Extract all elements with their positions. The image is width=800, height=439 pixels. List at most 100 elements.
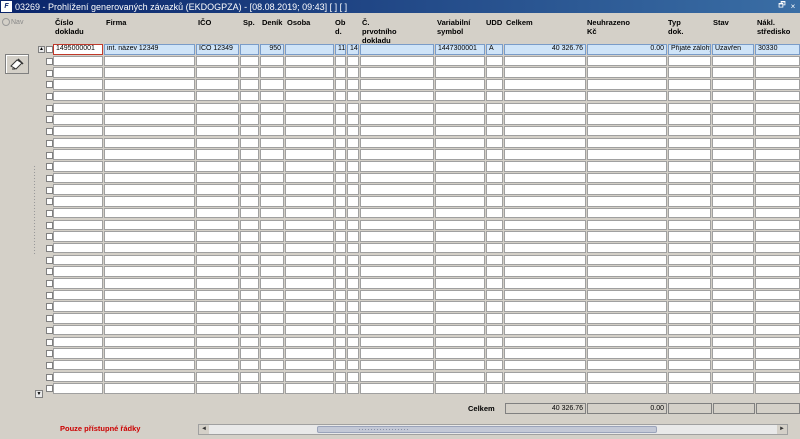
cell-stav[interactable]: Uzavřen [712,44,754,55]
cell-sp[interactable] [240,79,259,90]
cell-osoba[interactable] [285,242,334,254]
cell-firma[interactable] [104,324,195,336]
cell-stav[interactable] [712,90,754,102]
cell-obd[interactable] [335,149,346,160]
cell-obd[interactable] [335,324,346,336]
cell-stav[interactable] [712,161,754,172]
cell-cislo[interactable] [53,254,103,266]
cell-denik[interactable] [260,90,284,102]
cell-sp[interactable] [240,219,259,230]
cell-stav[interactable] [712,371,754,383]
cell-nakl[interactable] [755,371,800,383]
cell-neuhr[interactable] [587,336,667,347]
cell-nakl[interactable] [755,172,800,184]
cell-prvotni[interactable] [360,149,434,160]
cell-denik[interactable] [260,125,284,137]
cell-stav[interactable] [712,254,754,266]
row-checkbox[interactable] [46,198,53,206]
cell-blank[interactable] [347,289,359,301]
cell-stav[interactable] [712,114,754,125]
cell-firma[interactable] [104,242,195,254]
cell-prvotni[interactable] [360,90,434,102]
row-checkbox[interactable] [46,385,53,393]
column-header-firma[interactable]: Firma [106,18,126,27]
cell-sp[interactable] [240,266,259,277]
cell-prvotni[interactable] [360,254,434,266]
cell-udd[interactable] [486,324,503,336]
cell-typ[interactable] [668,125,711,137]
cell-udd[interactable] [486,172,503,184]
row-checkbox[interactable] [46,209,53,217]
restore-icon[interactable]: 🗗 [777,0,787,11]
cell-neuhr[interactable] [587,161,667,172]
cell-prvotni[interactable] [360,242,434,254]
cell-sp[interactable] [240,324,259,336]
cell-typ[interactable] [668,196,711,207]
cell-udd[interactable] [486,289,503,301]
cell-cislo[interactable] [53,359,103,371]
cell-sp[interactable] [240,231,259,242]
cell-denik[interactable] [260,254,284,266]
cell-blank[interactable] [347,196,359,207]
cell-osoba[interactable] [285,196,334,207]
row-checkbox[interactable] [46,93,53,101]
cell-firma[interactable] [104,289,195,301]
cell-obd[interactable] [335,371,346,383]
cell-firma[interactable] [104,79,195,90]
cell-prvotni[interactable] [360,324,434,336]
cell-prvotni[interactable] [360,383,434,394]
cell-typ[interactable]: Přijaté zálohy [668,44,711,55]
row-checkbox[interactable] [46,315,53,323]
cell-stav[interactable] [712,149,754,160]
cell-udd[interactable] [486,196,503,207]
cell-osoba[interactable] [285,348,334,359]
cell-sp[interactable] [240,196,259,207]
cell-ico[interactable] [196,79,239,90]
cell-denik[interactable] [260,102,284,113]
cell-vs[interactable] [435,324,485,336]
cell-firma[interactable] [104,90,195,102]
cell-obd[interactable] [335,55,346,67]
cell-typ[interactable] [668,161,711,172]
cell-typ[interactable] [668,172,711,184]
column-header-nakl[interactable]: Nákl. středisko [757,18,790,36]
cell-stav[interactable] [712,125,754,137]
cell-nakl[interactable] [755,231,800,242]
cell-prvotni[interactable] [360,348,434,359]
cell-stav[interactable] [712,301,754,312]
cell-firma[interactable] [104,184,195,195]
cell-denik[interactable] [260,79,284,90]
cell-blank[interactable]: 14 [347,44,359,55]
cell-typ[interactable] [668,301,711,312]
cell-firma[interactable] [104,348,195,359]
cell-vs[interactable] [435,371,485,383]
cell-udd[interactable] [486,102,503,113]
cell-neuhr[interactable] [587,219,667,230]
cell-sp[interactable] [240,301,259,312]
cell-prvotni[interactable] [360,359,434,371]
cell-firma[interactable] [104,219,195,230]
cell-osoba[interactable] [285,278,334,289]
cell-obd[interactable] [335,266,346,277]
cell-denik[interactable] [260,383,284,394]
cell-blank[interactable] [347,266,359,277]
cell-cislo[interactable] [53,219,103,230]
cell-blank[interactable] [347,149,359,160]
cell-denik[interactable] [260,348,284,359]
cell-neuhr[interactable] [587,266,667,277]
cell-cislo[interactable] [53,313,103,324]
cell-nakl[interactable] [755,196,800,207]
cell-prvotni[interactable] [360,219,434,230]
column-header-vs[interactable]: Variabilní symbol [437,18,470,36]
cell-vs[interactable] [435,289,485,301]
cell-osoba[interactable] [285,137,334,149]
cell-udd[interactable] [486,359,503,371]
row-checkbox[interactable] [46,291,53,299]
row-checkbox[interactable] [46,256,53,264]
cell-nakl[interactable] [755,383,800,394]
cell-cislo[interactable] [53,348,103,359]
cell-neuhr[interactable] [587,383,667,394]
cell-ico[interactable] [196,336,239,347]
cell-blank[interactable] [347,219,359,230]
cell-ico[interactable]: IČO 12349 [196,44,239,55]
